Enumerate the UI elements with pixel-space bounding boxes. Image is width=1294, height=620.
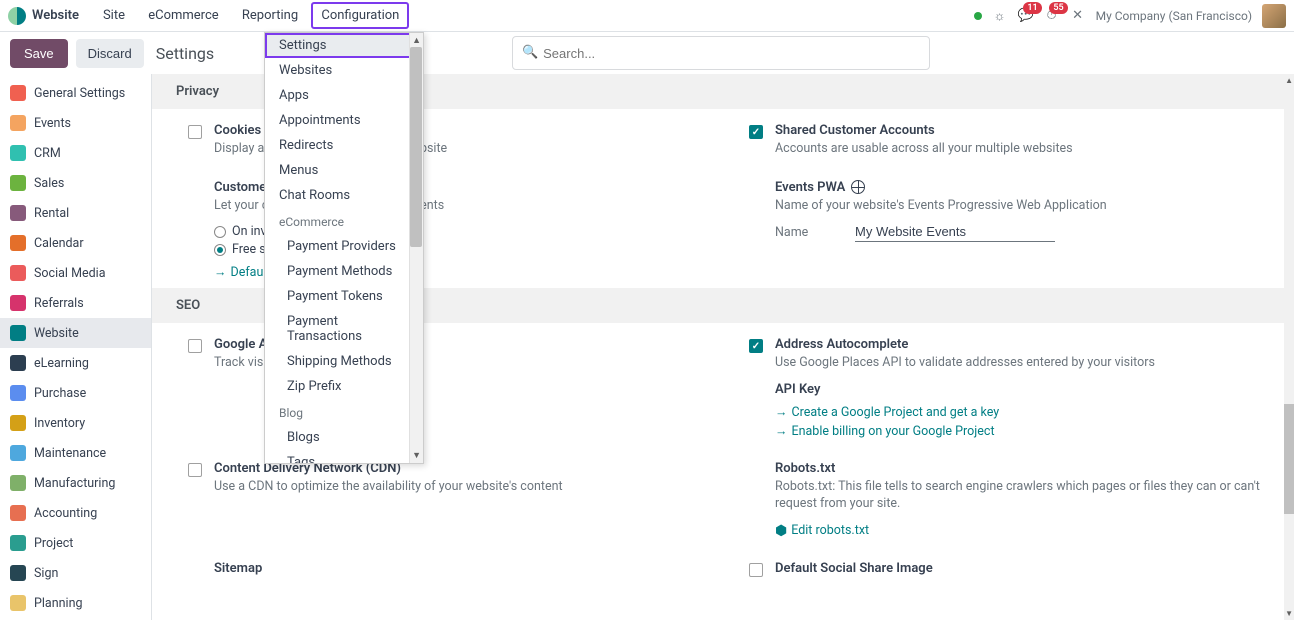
create-google-project-link[interactable]: →Create a Google Project and get a key <box>775 405 999 420</box>
google-analytics-checkbox[interactable] <box>188 339 202 353</box>
sidebar-icon <box>10 385 26 401</box>
dd-item-shipping-methods[interactable]: Shipping Methods <box>265 349 423 374</box>
events-pwa-title: Events PWA <box>775 180 1270 195</box>
sidebar-item-social-media[interactable]: Social Media <box>0 258 151 288</box>
dd-item-zip-prefix[interactable]: Zip Prefix <box>265 374 423 399</box>
sidebar-icon <box>10 265 26 281</box>
dropdown-scrollbar[interactable]: ▲ ▼ <box>409 33 423 463</box>
sidebar-icon <box>10 115 26 131</box>
dd-group-header: Blog <box>265 401 423 425</box>
dd-item-apps[interactable]: Apps <box>265 83 423 108</box>
dd-item-payment-transactions[interactable]: Payment Transactions <box>265 309 423 349</box>
sidebar-icon <box>10 415 26 431</box>
action-bar: Save Discard Settings 🔍 <box>0 32 1294 74</box>
cookies-checkbox[interactable] <box>188 125 202 139</box>
shared-accounts-title: Shared Customer Accounts <box>775 123 1270 138</box>
sidebar-item-maintenance[interactable]: Maintenance <box>0 438 151 468</box>
discard-button[interactable]: Discard <box>76 39 144 68</box>
search-input[interactable] <box>512 36 930 70</box>
dd-item-tags[interactable]: Tags <box>265 450 423 464</box>
sidebar-icon <box>10 85 26 101</box>
globe-icon <box>851 180 865 194</box>
sidebar-item-accounting[interactable]: Accounting <box>0 498 151 528</box>
app-brand[interactable]: Website <box>32 8 79 23</box>
sidebar-item-elearning[interactable]: eLearning <box>0 348 151 378</box>
sidebar-icon <box>10 175 26 191</box>
top-nav: Site eCommerce Reporting Configuration <box>93 2 409 29</box>
sidebar-item-rental[interactable]: Rental <box>0 198 151 228</box>
nav-ecommerce[interactable]: eCommerce <box>138 2 228 29</box>
sidebar-item-project[interactable]: Project <box>0 528 151 558</box>
sidebar-icon <box>10 325 26 341</box>
dd-item-payment-tokens[interactable]: Payment Tokens <box>265 284 423 309</box>
shared-accounts-checkbox[interactable] <box>749 125 763 139</box>
sidebar-icon <box>10 445 26 461</box>
dd-item-blogs[interactable]: Blogs <box>265 425 423 450</box>
dd-item-redirects[interactable]: Redirects <box>265 133 423 158</box>
content-scrollbar[interactable]: ▲ ▼ <box>1284 74 1294 620</box>
search-icon: 🔍 <box>522 45 538 60</box>
sidebar-icon <box>10 505 26 521</box>
cdn-checkbox[interactable] <box>188 463 202 477</box>
nav-reporting[interactable]: Reporting <box>232 2 308 29</box>
dd-group-header: eCommerce <box>265 210 423 234</box>
dd-item-payment-methods[interactable]: Payment Methods <box>265 259 423 284</box>
save-button[interactable]: Save <box>10 39 68 68</box>
activities-icon[interactable]: ⏱55 <box>1044 8 1060 24</box>
sidebar-item-purchase[interactable]: Purchase <box>0 378 151 408</box>
dd-item-appointments[interactable]: Appointments <box>265 108 423 133</box>
sidebar-icon <box>10 565 26 581</box>
sidebar-item-planning[interactable]: Planning <box>0 588 151 618</box>
sidebar-item-website[interactable]: Website <box>0 318 151 348</box>
sidebar-icon <box>10 535 26 551</box>
sidebar-icon <box>10 235 26 251</box>
dd-item-websites[interactable]: Websites <box>265 58 423 83</box>
sidebar-item-sign[interactable]: Sign <box>0 558 151 588</box>
sidebar-icon <box>10 145 26 161</box>
tools-icon[interactable]: ✕ <box>1070 8 1086 24</box>
default-access-link[interactable]: →Defaul <box>214 265 266 280</box>
sidebar-icon <box>10 295 26 311</box>
sidebar-item-referrals[interactable]: Referrals <box>0 288 151 318</box>
debug-icon[interactable]: ☼ <box>992 8 1008 24</box>
edit-robots-link[interactable]: ⬢Edit robots.txt <box>775 523 869 539</box>
dd-item-chat-rooms[interactable]: Chat Rooms <box>265 183 423 208</box>
settings-sidebar: General SettingsEventsCRMSalesRentalCale… <box>0 74 152 620</box>
sidebar-icon <box>10 205 26 221</box>
user-avatar[interactable] <box>1262 4 1286 28</box>
sidebar-item-inventory[interactable]: Inventory <box>0 408 151 438</box>
sidebar-icon <box>10 355 26 371</box>
company-selector[interactable]: My Company (San Francisco) <box>1096 9 1252 23</box>
configuration-dropdown: SettingsWebsitesAppsAppointmentsRedirect… <box>264 32 424 464</box>
sidebar-item-crm[interactable]: CRM <box>0 138 151 168</box>
status-indicator-icon <box>974 12 982 20</box>
sidebar-icon <box>10 475 26 491</box>
enable-billing-link[interactable]: →Enable billing on your Google Project <box>775 424 995 439</box>
nav-site[interactable]: Site <box>93 2 135 29</box>
sidebar-icon <box>10 595 26 611</box>
dd-item-settings[interactable]: Settings <box>265 33 423 58</box>
breadcrumb: Settings <box>156 44 214 63</box>
app-logo-icon <box>8 7 26 25</box>
social-share-checkbox[interactable] <box>749 563 763 577</box>
topbar: Website Site eCommerce Reporting Configu… <box>0 0 1294 32</box>
sidebar-item-sales[interactable]: Sales <box>0 168 151 198</box>
messages-icon[interactable]: 💬11 <box>1018 8 1034 24</box>
sidebar-item-manufacturing[interactable]: Manufacturing <box>0 468 151 498</box>
dd-item-menus[interactable]: Menus <box>265 158 423 183</box>
topbar-right: ☼ 💬11 ⏱55 ✕ My Company (San Francisco) <box>974 4 1286 28</box>
nav-configuration[interactable]: Configuration <box>311 2 409 29</box>
sidebar-item-general-settings[interactable]: General Settings <box>0 78 151 108</box>
address-autocomplete-checkbox[interactable] <box>749 339 763 353</box>
pwa-name-input[interactable] <box>855 222 1055 242</box>
sidebar-item-calendar[interactable]: Calendar <box>0 228 151 258</box>
dd-item-payment-providers[interactable]: Payment Providers <box>265 234 423 259</box>
sidebar-item-events[interactable]: Events <box>0 108 151 138</box>
